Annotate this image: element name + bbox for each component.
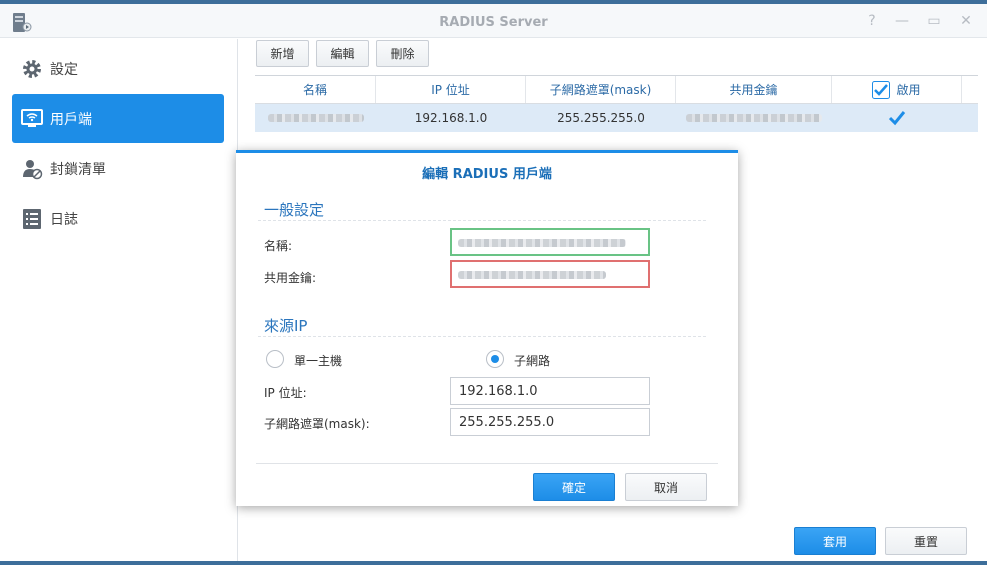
section-divider [258,220,706,221]
ok-button[interactable]: 確定 [533,473,615,501]
gear-icon [20,57,44,81]
window-title: RADIUS Server [439,15,548,30]
section-general: 一般設定 [264,201,325,219]
user-block-icon [20,157,44,181]
apply-button[interactable]: 套用 [794,527,876,555]
select-all-checkbox[interactable] [872,80,891,99]
dialog-title: 編輯 RADIUS 用戶端 [422,167,552,182]
sidebar-item-logs[interactable]: 日誌 [12,194,224,243]
sidebar-item-blocklist[interactable]: 封鎖清單 [12,144,224,193]
sidebar-item-label: 用戶端 [50,111,92,128]
close-icon[interactable]: ✕ [959,14,973,28]
table-row[interactable]: 192.168.1.0 255.255.255.0 [255,104,978,132]
cell-ip: 192.168.1.0 [414,111,488,125]
cell-enabled [832,104,962,132]
sidebar-item-clients[interactable]: 用戶端 [12,94,224,143]
cell-name [255,104,376,132]
redacted-key [686,114,822,122]
title-bar: RADIUS Server ? — ▭ ✕ [0,4,987,38]
minimize-icon[interactable]: — [895,14,909,28]
name-label: 名稱: [264,239,293,253]
sidebar-item-settings[interactable]: 設定 [12,44,224,93]
enabled-header-label: 啟用 [896,83,921,97]
edit-button[interactable]: 編輯 [316,40,369,67]
section-source-ip: 來源IP [264,317,308,335]
sidebar-item-label: 日誌 [50,211,78,228]
sidebar-item-label: 封鎖清單 [50,161,106,178]
column-header-ip[interactable]: IP 位址 [376,76,526,103]
window-bottom-border [0,561,987,565]
delete-button[interactable]: 刪除 [376,40,429,67]
list-icon [20,207,44,231]
mask-label: 子網路遮罩(mask): [264,417,370,431]
single-host-label: 單一主機 [294,354,343,368]
ip-input[interactable] [450,377,650,405]
sidebar-item-label: 設定 [50,61,78,78]
reset-button[interactable]: 重置 [885,527,967,555]
dialog-footer-divider [256,463,718,464]
redacted-key-value [458,271,606,279]
redacted-name [267,114,364,122]
column-header-name[interactable]: 名稱 [255,76,376,103]
monitor-wifi-icon [20,107,44,131]
cell-mask: 255.255.255.0 [557,111,645,125]
column-header-mask[interactable]: 子網路遮罩(mask) [526,76,676,103]
name-field[interactable] [450,228,650,256]
sidebar: 設定 用戶端 封鎖清單 日誌 [0,39,238,565]
maximize-icon[interactable]: ▭ [927,14,941,28]
shared-key-field[interactable] [450,260,650,288]
row-enabled-checkbox[interactable] [888,109,906,127]
shared-key-label: 共用金鑰: [264,271,317,285]
ip-label: IP 位址: [264,386,307,400]
mask-input[interactable] [450,408,650,436]
add-button[interactable]: 新增 [256,40,309,67]
clients-table-header: 名稱 IP 位址 子網路遮罩(mask) 共用金鑰 啟用 [255,75,978,104]
subnet-label: 子網路 [514,354,551,368]
edit-client-dialog: 編輯 RADIUS 用戶端 一般設定 名稱: 共用金鑰: 來源IP 單一主機 子… [236,150,738,506]
subnet-radio[interactable] [486,350,504,368]
cancel-button[interactable]: 取消 [625,473,707,501]
single-host-radio[interactable] [266,350,284,368]
column-header-enabled[interactable]: 啟用 [832,76,962,103]
help-icon[interactable]: ? [865,14,879,28]
column-header-key[interactable]: 共用金鑰 [676,76,832,103]
section-divider [258,336,706,337]
cell-key [676,104,832,132]
redacted-name-value [458,239,626,247]
